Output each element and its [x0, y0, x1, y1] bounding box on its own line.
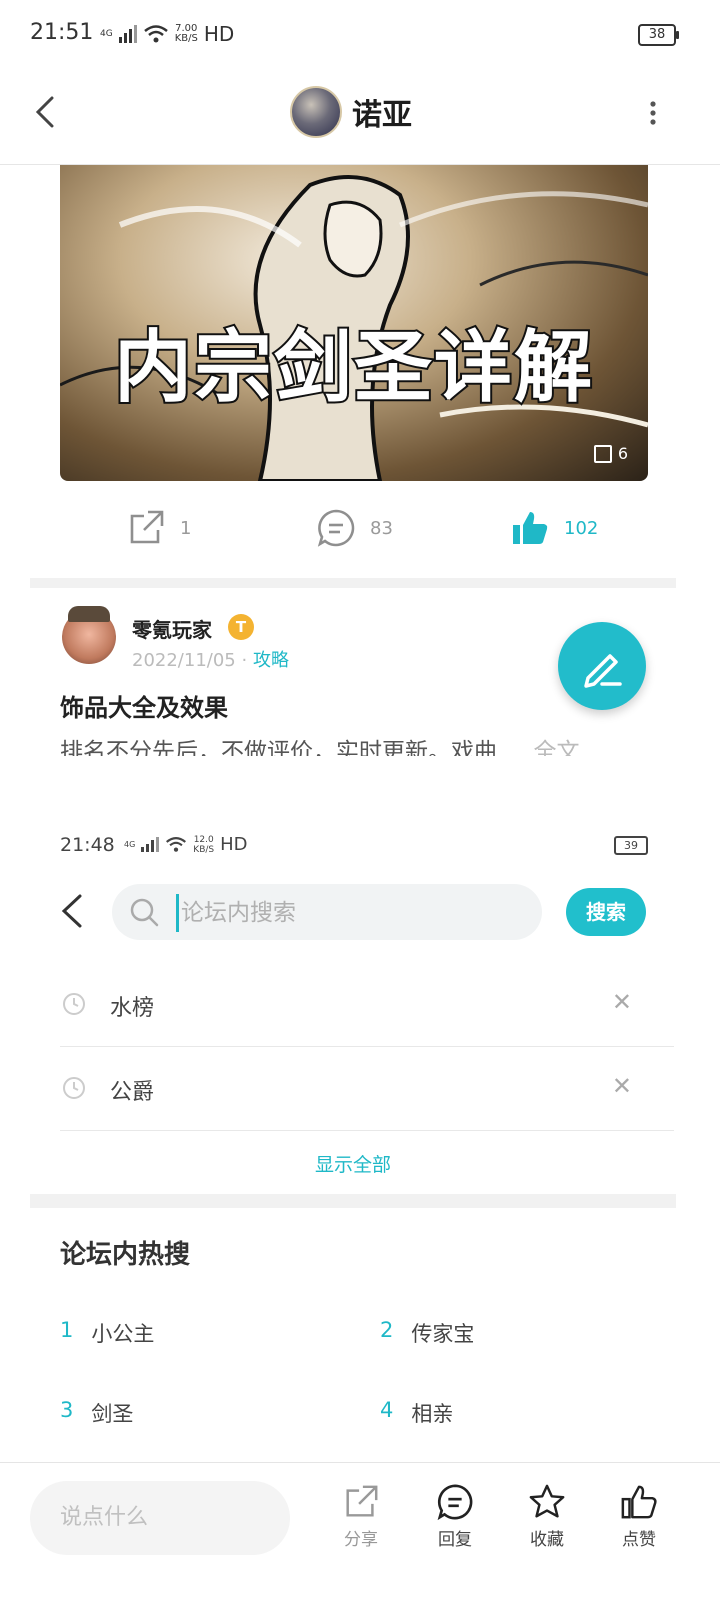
thumbs-up-icon	[621, 1485, 657, 1519]
section-divider	[30, 578, 676, 588]
hot-search-item[interactable]: 1 小公主	[60, 1318, 154, 1348]
compose-fab[interactable]	[558, 622, 646, 710]
share-button[interactable]: 分享	[326, 1483, 396, 1550]
embedded-net-speed-value: 12.0	[193, 834, 214, 845]
page-title: 诺亚	[352, 98, 412, 133]
image-count-value: 6	[617, 444, 628, 463]
embedded-back-icon[interactable]	[56, 892, 90, 930]
history-label: 公爵	[110, 1080, 155, 1105]
status-icons: 4G 7.00 KB/S HD	[100, 22, 234, 46]
status-time: 21:51	[30, 20, 94, 45]
embedded-net-speed-unit: KB/S	[193, 844, 215, 855]
hot-search-item[interactable]: 2 传家宝	[380, 1318, 474, 1348]
embedded-signal-icon	[141, 837, 160, 852]
post-date: 2022/11/05	[132, 650, 236, 671]
thumbs-up-icon	[513, 512, 548, 544]
read-more[interactable]: ... 全文	[504, 739, 579, 756]
author-avatar[interactable]	[62, 606, 116, 664]
wifi-icon	[143, 25, 168, 43]
search-button[interactable]: 搜索	[566, 888, 646, 936]
post-tag[interactable]: 攻略	[253, 650, 289, 671]
bottom-action-bar: 说点什么 分享 回复 收藏 点赞	[0, 1462, 720, 1601]
embedded-net-speed: 12.0 KB/S	[193, 835, 214, 855]
hot-rank: 3	[60, 1398, 74, 1422]
share-action[interactable]: 1	[126, 508, 191, 548]
hot-label: 剑圣	[91, 1402, 134, 1426]
search-input[interactable]	[176, 894, 523, 932]
share-icon	[346, 1485, 378, 1517]
hot-rank: 2	[380, 1318, 394, 1342]
like-action[interactable]: 102	[510, 508, 598, 548]
history-item[interactable]: 水榜 ✕	[60, 962, 674, 1047]
hot-rank: 4	[380, 1398, 394, 1422]
status-bar: 21:51 4G 7.00 KB/S HD 38	[0, 0, 720, 70]
embedded-hd-label: HD	[220, 834, 248, 855]
like-label: 点赞	[622, 1530, 656, 1550]
collect-button[interactable]: 收藏	[512, 1483, 582, 1550]
hot-search-item[interactable]: 3 剑圣	[60, 1398, 133, 1428]
section-divider	[30, 1194, 676, 1208]
network-label: 4G	[100, 28, 113, 39]
embedded-wifi-icon	[166, 837, 187, 852]
embedded-status-time: 21:48	[60, 834, 115, 856]
embedded-status-icons: 4G 12.0 KB/S HD	[124, 834, 248, 855]
comment-input[interactable]: 说点什么	[30, 1481, 290, 1555]
hot-search-item[interactable]: 4 相亲	[380, 1398, 453, 1428]
clock-icon	[63, 1077, 85, 1099]
meta-separator: ·	[241, 650, 248, 671]
net-speed-unit: KB/S	[174, 33, 198, 44]
hot-label: 小公主	[91, 1322, 155, 1346]
post-excerpt[interactable]: 排名不分先后，不做评价，实时更新。戏曲 ... 全文	[60, 732, 640, 756]
post-meta: 2022/11/05 · 攻略	[132, 646, 289, 672]
share-count: 1	[180, 517, 192, 539]
hot-label: 传家宝	[411, 1322, 475, 1346]
embedded-network-label: 4G	[124, 840, 136, 849]
banner-title: 内宗剑圣详解	[112, 321, 594, 415]
author-badge: T	[228, 614, 254, 640]
reply-label: 回复	[438, 1530, 472, 1550]
comment-count: 83	[370, 517, 393, 539]
post-title[interactable]: 饰品大全及效果	[60, 688, 228, 723]
reply-button[interactable]: 回复	[420, 1483, 490, 1550]
star-icon	[529, 1484, 565, 1518]
battery-indicator: 38	[638, 24, 679, 46]
search-bar[interactable]	[112, 884, 542, 940]
share-label: 分享	[344, 1530, 378, 1550]
top-nav: 诺亚	[0, 70, 720, 165]
hot-rank: 1	[60, 1318, 74, 1342]
post-excerpt-text: 排名不分先后，不做评价，实时更新。戏曲	[60, 739, 497, 756]
image-icon	[593, 444, 612, 463]
comment-action[interactable]: 83	[316, 508, 393, 548]
reply-icon	[437, 1484, 473, 1521]
delete-history-icon[interactable]: ✕	[612, 1072, 632, 1100]
like-button[interactable]: 点赞	[604, 1483, 674, 1550]
comment-icon	[317, 509, 355, 547]
author-name[interactable]: 零氪玩家	[132, 614, 212, 643]
hot-search-title: 论坛内热搜	[60, 1240, 191, 1270]
post-banner-image[interactable]: 内宗剑圣详解 6	[60, 165, 648, 481]
history-item[interactable]: 公爵 ✕	[60, 1046, 674, 1131]
net-speed: 7.00 KB/S	[175, 24, 198, 44]
pen-icon	[584, 654, 622, 688]
history-label: 水榜	[110, 996, 155, 1021]
show-all-link[interactable]: 显示全部	[0, 1150, 706, 1177]
embedded-battery: 39	[614, 836, 648, 855]
hot-label: 相亲	[411, 1402, 454, 1426]
collect-label: 收藏	[530, 1530, 564, 1550]
forum-avatar[interactable]	[290, 86, 342, 138]
hd-label: HD	[203, 22, 235, 46]
back-arrow-icon[interactable]	[28, 92, 68, 132]
clock-icon	[63, 993, 85, 1015]
like-count: 102	[564, 517, 599, 539]
delete-history-icon[interactable]: ✕	[612, 988, 632, 1016]
signal-icon	[118, 25, 137, 43]
search-icon	[130, 898, 159, 927]
more-vertical-icon[interactable]	[638, 98, 668, 128]
share-icon	[130, 510, 164, 544]
image-count: 6	[593, 444, 628, 463]
